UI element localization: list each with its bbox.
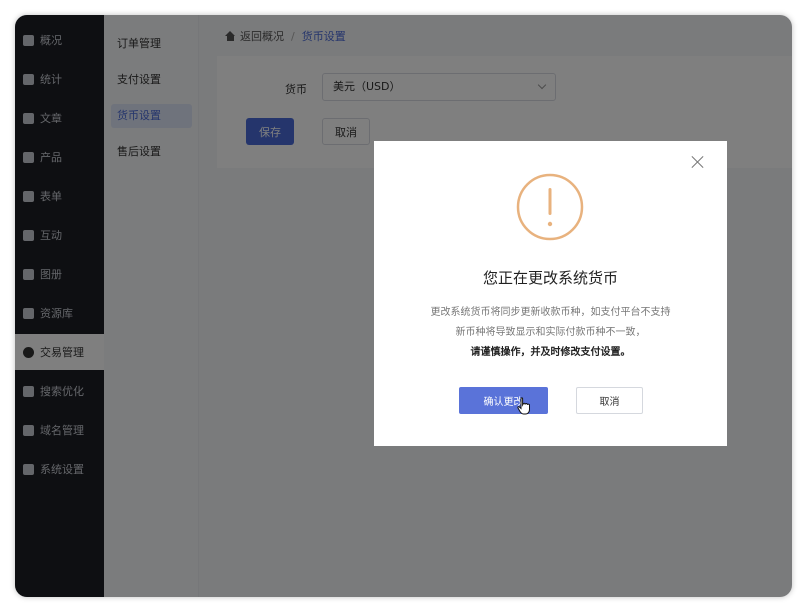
close-icon[interactable]: [691, 155, 705, 169]
dialog-cancel-button[interactable]: 取消: [576, 387, 643, 414]
dialog-message-line: 更改系统货币将同步更新收款币种，如支付平台不支持: [430, 307, 671, 318]
dialog-warning-line: 请谨慎操作，并及时修改支付设置。: [470, 347, 631, 358]
dialog-message: 更改系统货币将同步更新收款币种，如支付平台不支持 新币种将导致显示和实际付款币种…: [374, 303, 727, 363]
hand-pointer-icon: [517, 397, 530, 415]
dialog-title: 您正在更改系统货币: [482, 269, 618, 287]
dialog-message-line: 新币种将导致显示和实际付款币种不一致，: [455, 327, 646, 338]
warning-icon: [516, 173, 584, 241]
app-window: 概况 统计 文章 产品 表单 互动 图册 资源库: [15, 15, 792, 597]
confirm-change-button[interactable]: 确认更改: [459, 387, 548, 414]
confirm-dialog: 您正在更改系统货币 更改系统货币将同步更新收款币种，如支付平台不支持 新币种将导…: [374, 141, 727, 446]
